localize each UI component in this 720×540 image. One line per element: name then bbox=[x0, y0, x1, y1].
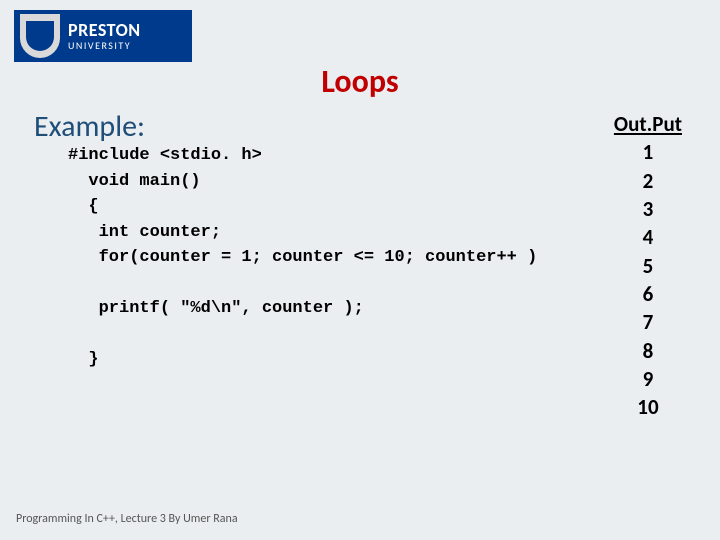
code-line: printf( "%d\n", counter ); bbox=[68, 299, 364, 318]
code-line: } bbox=[68, 350, 99, 369]
code-line: #include <stdio. h> bbox=[68, 146, 262, 165]
logo-text: PRESTON UNIVERSITY bbox=[68, 21, 141, 51]
output-value: 7 bbox=[614, 308, 682, 336]
code-line: void main() bbox=[68, 172, 201, 191]
output-value: 3 bbox=[614, 195, 682, 223]
output-value: 4 bbox=[614, 223, 682, 251]
logo-sub: UNIVERSITY bbox=[68, 41, 141, 51]
output-value: 6 bbox=[614, 280, 682, 308]
slide-title: Loops bbox=[0, 62, 720, 101]
logo-name: PRESTON bbox=[68, 21, 141, 39]
output-heading: Out.Put bbox=[614, 110, 682, 138]
output-value: 1 bbox=[614, 138, 682, 166]
output-value: 9 bbox=[614, 365, 682, 393]
output-value: 10 bbox=[614, 393, 682, 421]
code-line: { bbox=[68, 197, 99, 216]
output-value: 8 bbox=[614, 337, 682, 365]
footer-text: Programming In C++, Lecture 3 By Umer Ra… bbox=[16, 512, 238, 526]
code-block: #include <stdio. h> void main() { int co… bbox=[68, 143, 537, 373]
output-value: 5 bbox=[614, 252, 682, 280]
university-logo: PRESTON UNIVERSITY bbox=[14, 10, 192, 62]
output-block: Out.Put 1 2 3 4 5 6 7 8 9 10 bbox=[614, 110, 682, 422]
crest-icon bbox=[20, 14, 60, 58]
code-line: int counter; bbox=[68, 223, 221, 242]
code-line: for(counter = 1; counter <= 10; counter+… bbox=[68, 248, 537, 267]
example-heading: Example: bbox=[34, 108, 145, 145]
output-value: 2 bbox=[614, 167, 682, 195]
